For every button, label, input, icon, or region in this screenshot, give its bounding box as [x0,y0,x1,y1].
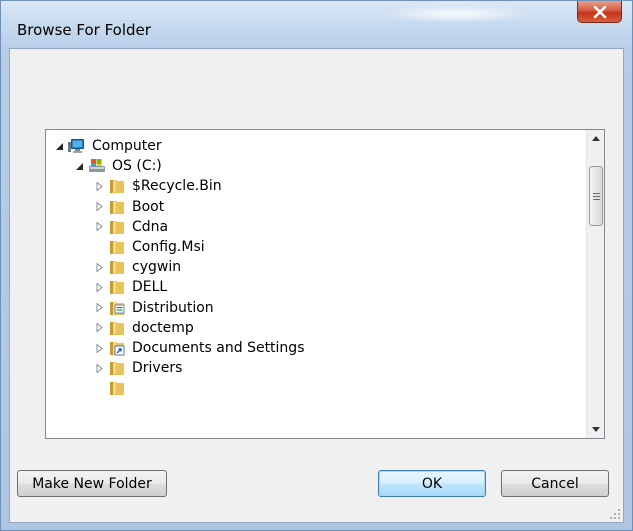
folder-icon [108,199,126,215]
tree-item[interactable]: $Recycle.Bin [94,176,222,196]
folder-icon [108,380,126,396]
tree-item[interactable]: Computer [54,136,162,156]
expand-arrow-icon[interactable] [94,181,104,191]
arrow-down-icon [592,427,600,432]
folder-icon [108,259,126,275]
folder-icon [108,239,126,255]
shortcut-folder-icon [108,340,126,356]
vertical-scrollbar[interactable] [586,130,604,438]
ok-button[interactable]: OK [378,470,486,497]
tree-item-label: Boot [132,198,165,215]
tree-item-label: DELL [132,279,168,296]
scroll-down-button[interactable] [587,421,604,438]
tree-item[interactable]: Drivers [94,358,182,378]
resize-grip-icon[interactable] [609,508,621,520]
expand-arrow-icon[interactable] [94,202,104,212]
dialog-client-area: Computer OS (C:) $Recycle.Bin Boot Cdna Confi… [9,48,624,523]
folder-tree[interactable]: Computer OS (C:) $Recycle.Bin Boot Cdna Confi… [45,129,605,439]
tree-item[interactable]: cygwin [94,257,181,277]
arrow-up-icon [592,136,600,141]
tree-item[interactable]: Cdna [94,217,168,237]
expand-arrow-icon[interactable] [94,262,104,272]
tree-item-label: Computer [92,138,162,154]
scroll-thumb-grip [592,192,600,200]
tree-item-label: Documents and Settings [132,340,305,356]
tree-item-label: Cdna [132,218,169,235]
expander-placeholder [94,383,104,393]
computer-icon [68,138,86,154]
tree-item[interactable]: Config.Msi [94,237,205,257]
folder-icon [108,360,126,376]
title-bar-highlight [381,5,531,23]
drive-icon [88,158,106,174]
tree-item-label: cygwin [132,259,182,276]
close-button[interactable] [577,1,622,23]
tree-item-label: Config.Msi [132,239,205,255]
tree-item-label: OS (C:) [112,158,162,175]
tree-item-partial[interactable] [94,378,132,398]
tree-item[interactable]: Documents and Settings [94,338,304,358]
expand-arrow-icon[interactable] [94,303,104,313]
expand-arrow-icon[interactable] [94,363,104,373]
collapse-arrow-icon[interactable] [74,161,84,171]
tree-item-label: Distribution [132,299,214,316]
window-title: Browse For Folder [17,21,151,39]
tree-item[interactable]: OS (C:) [74,156,162,176]
close-icon [593,5,606,18]
folder-icon [108,320,126,336]
cancel-button[interactable]: Cancel [501,470,609,497]
folder-icon [108,279,126,295]
expander-placeholder [94,242,104,252]
title-bar[interactable]: Browse For Folder [1,1,632,48]
scroll-up-button[interactable] [587,130,604,147]
folder-icon [108,219,126,235]
make-new-folder-button[interactable]: Make New Folder [17,470,167,497]
expand-arrow-icon[interactable] [94,343,104,353]
browse-for-folder-dialog: Browse For Folder Computer OS (C:) $Recycl… [0,0,633,531]
special-folder-icon [108,300,126,316]
expand-arrow-icon[interactable] [94,323,104,333]
tree-item-label: doctemp [132,319,194,336]
folder-icon [108,178,126,194]
scroll-thumb[interactable] [589,166,603,226]
expand-arrow-icon[interactable] [94,282,104,292]
tree-item-label: Drivers [132,360,183,377]
collapse-arrow-icon[interactable] [54,141,64,151]
tree-item[interactable]: Boot [94,197,164,217]
tree-item[interactable]: DELL [94,277,167,297]
tree-item[interactable]: doctemp [94,318,194,338]
expand-arrow-icon[interactable] [94,222,104,232]
tree-item[interactable]: Distribution [94,298,214,318]
tree-item-label: $Recycle.Bin [132,178,222,195]
